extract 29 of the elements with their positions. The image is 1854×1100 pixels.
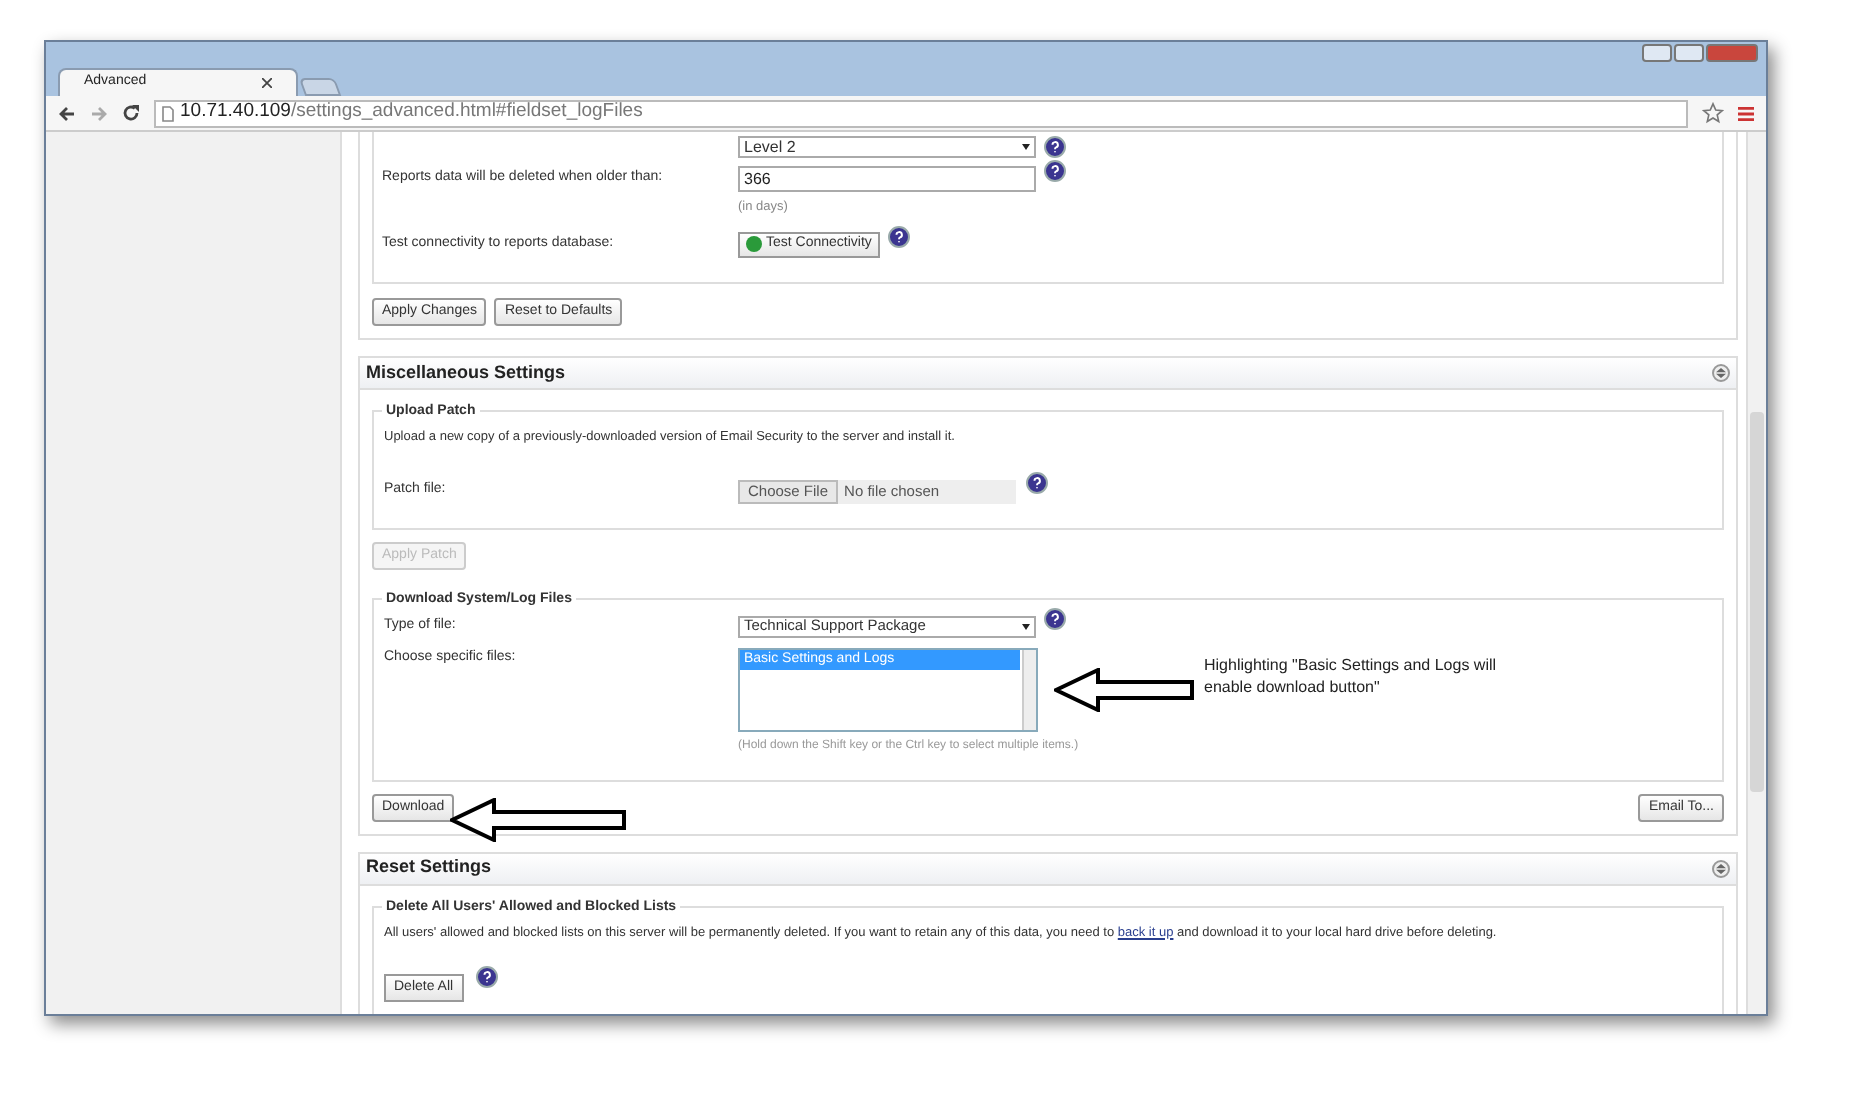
star-icon[interactable]: [1702, 102, 1724, 124]
maximize-button[interactable]: [1674, 44, 1704, 62]
page-icon: [162, 105, 174, 121]
log-level-select[interactable]: Level 2: [738, 136, 1036, 158]
menu-icon[interactable]: [1738, 105, 1754, 121]
help-icon[interactable]: [1044, 160, 1066, 182]
caret-icon: [1022, 144, 1030, 150]
status-icon: [746, 236, 762, 253]
caret-icon: [1022, 623, 1030, 629]
address-bar[interactable]: 10.71.40.109/settings_advanced.html#fieldset_logFiles: [154, 99, 1688, 127]
address-url: 10.71.40.109/settings_advanced.html#fieldset_logFiles: [180, 98, 643, 127]
collapse-icon[interactable]: [1712, 859, 1730, 877]
section-title: Miscellaneous Settings: [366, 359, 566, 386]
help-icon[interactable]: [475, 966, 498, 989]
scrollbar[interactable]: [1022, 649, 1036, 729]
page-scrollbar[interactable]: [1746, 132, 1766, 1014]
collapse-icon[interactable]: [1712, 363, 1730, 382]
help-icon[interactable]: [1026, 471, 1048, 494]
minimize-button[interactable]: [1642, 44, 1672, 62]
help-icon[interactable]: [1044, 136, 1066, 158]
close-icon[interactable]: [262, 78, 272, 88]
section-title: Reset Settings: [366, 854, 492, 881]
help-icon[interactable]: [887, 226, 910, 248]
help-icon[interactable]: [1044, 607, 1066, 630]
reload-icon[interactable]: [122, 104, 140, 122]
pointer-arrow: [1054, 668, 1194, 712]
days-input[interactable]: 366: [738, 166, 1036, 192]
back-icon[interactable]: [58, 105, 76, 121]
annotation-note: Highlighting "Basic Settings and Logs will enable download button": [1204, 654, 1499, 698]
